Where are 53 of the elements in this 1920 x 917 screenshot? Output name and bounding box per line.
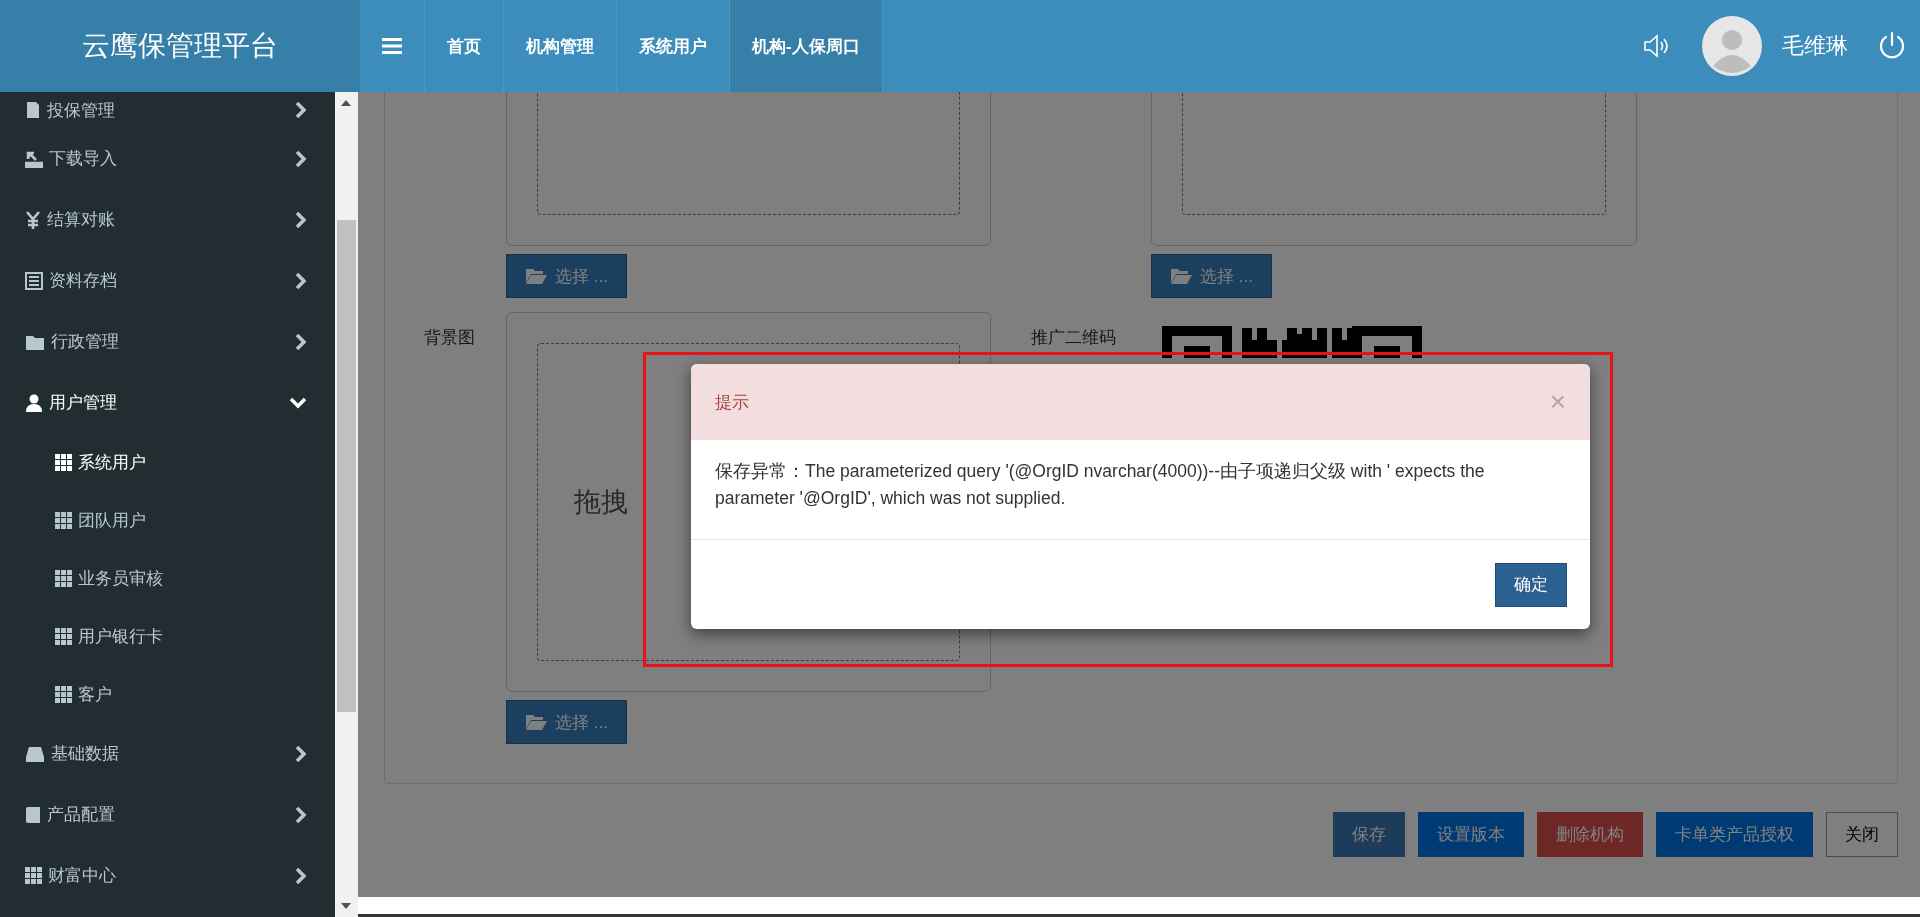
action-button[interactable]: 关闭 [1826,812,1898,857]
sidebar-item[interactable]: 下载导入 [0,128,335,189]
sidebar-item[interactable]: 结算对账 [0,189,335,250]
power-icon[interactable] [1878,31,1906,61]
grid-icon [55,627,72,645]
drop-hint: 拖拽 [574,486,628,519]
folder-icon [1170,267,1192,285]
error-message: 保存异常：The parameterized query '(@OrgID nvarchar(4000))--由子项递归父级 with ' expects the parameter '@OrgID', which was not supplied. [691,440,1590,540]
field-label: 推广二维码 [1031,327,1116,349]
folder-icon [525,713,547,731]
list-icon [25,271,43,290]
grid-icon [55,569,72,587]
chevron-right-icon [295,271,307,290]
sidebar-item[interactable]: 基础数据 [0,723,335,784]
chevron-right-icon [295,744,307,763]
chevron-right-icon [295,332,307,351]
sidebar-item[interactable]: 行政管理 [0,311,335,372]
avatar-icon[interactable] [1702,16,1762,76]
folder-icon [525,267,547,285]
chevron-right-icon [295,101,307,119]
sidebar-item[interactable]: 资料存档 [0,250,335,311]
chevron-right-icon [295,210,307,229]
drive-icon [25,744,45,763]
submenu-item[interactable]: 系统用户 [0,433,335,491]
grid-icon [25,867,42,884]
book-icon [25,805,41,824]
document-icon [25,101,41,119]
user-name[interactable]: 毛维琳 [1782,31,1848,61]
sidebar-item[interactable]: 用户管理 [0,372,335,433]
submenu-item[interactable]: 客户 [0,665,335,723]
user-icon [25,393,43,412]
grid-icon [55,453,72,471]
nav-tab[interactable]: 机构-人保周口 [730,0,883,92]
menu-icon[interactable] [382,37,402,55]
grid-icon [55,685,72,703]
sidebar-item[interactable]: 产品配置 [0,784,335,845]
grid-icon [55,511,72,529]
sidebar-item[interactable]: 投保管理 [0,92,335,128]
chevron-right-icon [295,866,307,885]
field-label: 背景图 [424,327,475,349]
sidebar-item[interactable]: 财富中心 [0,845,335,906]
download-icon [25,149,43,168]
dialog-title: 提示 [715,391,749,414]
chevron-down-icon [289,396,307,409]
chevron-right-icon [295,805,307,824]
scrollbar[interactable] [335,92,358,917]
chevron-right-icon [295,149,307,168]
confirm-button[interactable]: 确定 [1495,562,1567,607]
app-title: 云鹰保管理平台 [0,0,360,92]
submenu-item[interactable]: 团队用户 [0,491,335,549]
submenu-item[interactable]: 用户银行卡 [0,607,335,665]
submenu-item[interactable]: 业务员审核 [0,549,335,607]
yen-icon [25,210,41,229]
